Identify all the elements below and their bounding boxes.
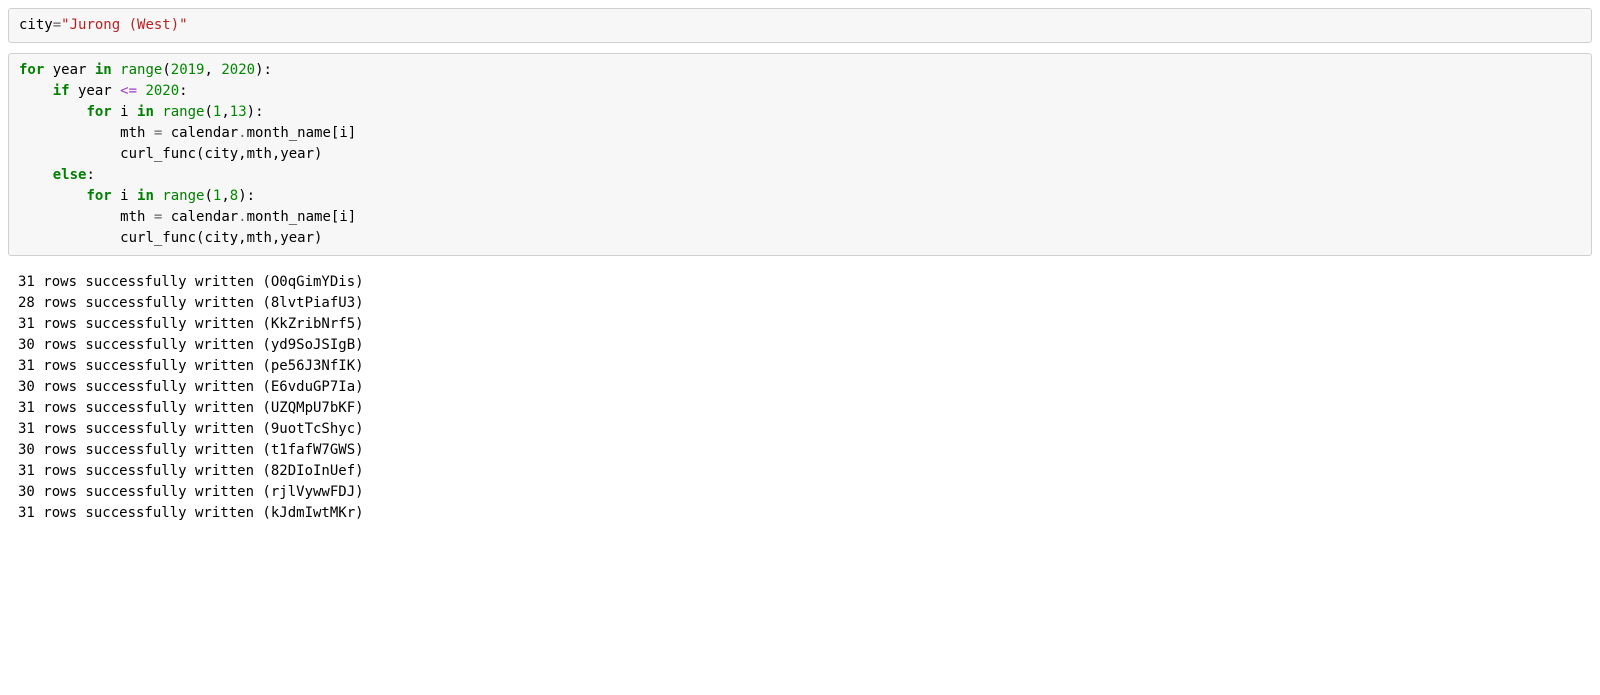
code-token: in [137, 188, 154, 204]
code-token [19, 104, 86, 120]
code-token: ( [204, 104, 212, 120]
code-token: month_name[i] [247, 209, 357, 225]
code-token: ): [255, 62, 272, 78]
code-token: ): [247, 104, 264, 120]
code-cell-2[interactable]: for year in range(2019, 2020): if year <… [8, 53, 1592, 256]
code-token: for [19, 62, 44, 78]
output-line: 31 rows successfully written (kJdmIwtMKr… [18, 505, 364, 521]
code-token: ( [162, 62, 170, 78]
code-token: calendar [162, 209, 238, 225]
code-token [19, 209, 120, 225]
output-line: 30 rows successfully written (rjlVywwFDJ… [18, 484, 364, 500]
code-token: , [221, 188, 229, 204]
code-token: curl_func(city,mth,year) [120, 230, 322, 246]
code-token: for [86, 188, 111, 204]
output-line: 31 rows successfully written (82DIoInUef… [18, 463, 364, 479]
code-token: range [162, 188, 204, 204]
code-token: 13 [230, 104, 247, 120]
output-line: 30 rows successfully written (yd9SoJSIgB… [18, 337, 364, 353]
code-token: year [44, 62, 95, 78]
code-token: : [179, 83, 187, 99]
code-token: else [53, 167, 87, 183]
code-token: i [112, 104, 137, 120]
output-line: 30 rows successfully written (t1fafW7GWS… [18, 442, 364, 458]
code-token: for [86, 104, 111, 120]
code-token [19, 188, 86, 204]
code-token: year [70, 83, 121, 99]
output-line: 31 rows successfully written (UZQMpU7bKF… [18, 400, 364, 416]
code-token: ): [238, 188, 255, 204]
code-token [19, 125, 120, 141]
code-token: in [137, 104, 154, 120]
code-token: curl_func(city,mth,year) [120, 146, 322, 162]
code-token: range [120, 62, 162, 78]
cell-output: 31 rows successfully written (O0qGimYDis… [8, 266, 1592, 530]
code-token: = [53, 17, 61, 33]
output-line: 31 rows successfully written (O0qGimYDis… [18, 274, 364, 290]
code-token: , [221, 104, 229, 120]
code-token: in [95, 62, 112, 78]
code-token [19, 146, 120, 162]
output-line: 31 rows successfully written (pe56J3NfIK… [18, 358, 364, 374]
code-token: calendar [162, 125, 238, 141]
code-token: mth [120, 209, 154, 225]
code-cell-1[interactable]: city="Jurong (West)" [8, 8, 1592, 43]
code-token: . [238, 125, 246, 141]
code-token: 2020 [221, 62, 255, 78]
code-token: city [19, 17, 53, 33]
code-token: i [112, 188, 137, 204]
code-token: mth [120, 125, 154, 141]
code-token: ( [204, 188, 212, 204]
code-token: 2019 [171, 62, 205, 78]
code-token: <= [120, 83, 137, 99]
code-token: "Jurong (West)" [61, 17, 187, 33]
code-token: if [53, 83, 70, 99]
code-token [112, 62, 120, 78]
code-token [19, 83, 53, 99]
output-line: 30 rows successfully written (E6vduGP7Ia… [18, 379, 364, 395]
code-token [19, 167, 53, 183]
output-line: 31 rows successfully written (9uotTcShyc… [18, 421, 364, 437]
output-line: 31 rows successfully written (KkZribNrf5… [18, 316, 364, 332]
code-token: , [204, 62, 221, 78]
code-token: 2020 [145, 83, 179, 99]
code-token: : [86, 167, 94, 183]
code-token: range [162, 104, 204, 120]
code-token: 8 [230, 188, 238, 204]
code-token: . [238, 209, 246, 225]
code-token: month_name[i] [247, 125, 357, 141]
code-token [19, 230, 120, 246]
output-line: 28 rows successfully written (8lvtPiafU3… [18, 295, 364, 311]
